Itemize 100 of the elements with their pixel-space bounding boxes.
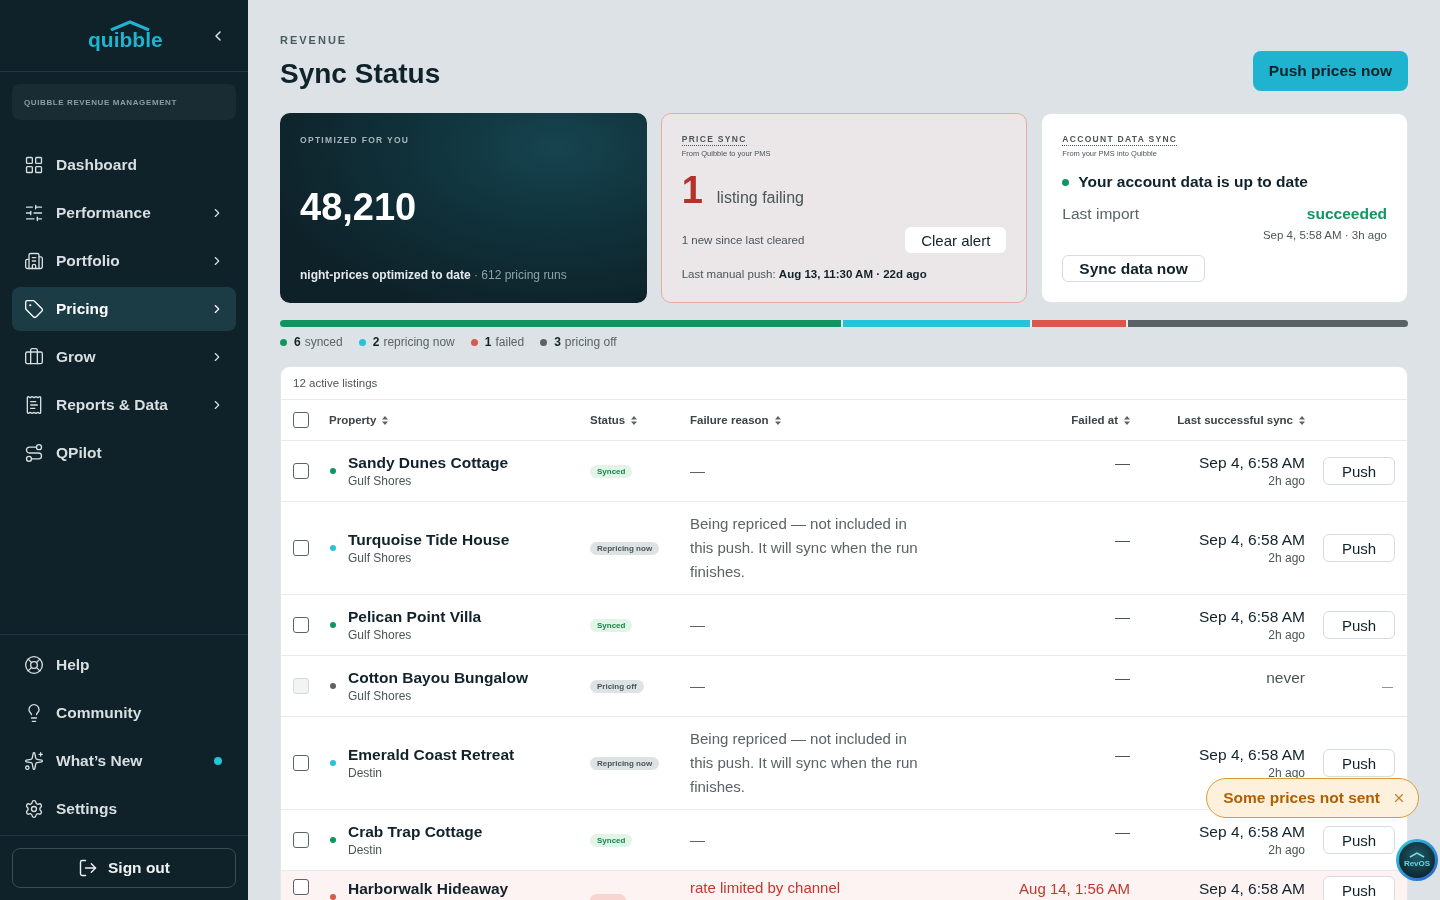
sign-out-button[interactable]: Sign out xyxy=(12,848,236,888)
nav-item[interactable]: Help xyxy=(12,643,236,687)
sliders-icon xyxy=(24,203,44,223)
checkbox[interactable] xyxy=(293,755,309,771)
nav-item[interactable]: What’s New xyxy=(12,739,236,783)
brand-name: quibble xyxy=(88,27,163,52)
property-location: Destin xyxy=(348,765,383,781)
stat-value: 48,210 xyxy=(300,184,418,229)
nav-item[interactable]: QPilot xyxy=(12,431,236,475)
property-location: Gulf Shores xyxy=(348,550,413,566)
push-prices-button[interactable]: Push prices now xyxy=(1252,51,1408,91)
push-button[interactable]: Push xyxy=(1323,749,1395,777)
legend-label: 2 repricing now xyxy=(372,335,455,349)
last-push-text: Last manual push: Aug 13, 11:30 AM · 22d ago xyxy=(681,267,928,282)
sync-data-button[interactable]: Sync data now xyxy=(1062,255,1205,282)
last-sync-time: Sep 4, 6:58 AM xyxy=(1199,822,1305,842)
checkbox[interactable] xyxy=(293,617,309,633)
card-label: ACCOUNT DATA SYNC xyxy=(1062,134,1178,146)
status-badge: Synced xyxy=(590,833,633,847)
column-header[interactable]: Property xyxy=(329,414,389,426)
push-button[interactable]: Push xyxy=(1323,826,1395,854)
failing-text: listing failing xyxy=(716,189,804,207)
last-sync-time: Sep 4, 6:58 AM xyxy=(1199,745,1305,765)
status-badge: Synced xyxy=(590,618,633,632)
property-name: Turquoise Tide House xyxy=(348,530,510,550)
failed-at: — xyxy=(1115,453,1130,473)
failed-at: — xyxy=(1115,607,1130,627)
last-sync-ago: 2h ago xyxy=(1268,842,1305,858)
nav-item[interactable]: Grow xyxy=(12,335,236,379)
column-header[interactable]: Status xyxy=(590,414,638,426)
last-sync-time: Sep 4, 6:58 AM xyxy=(1199,879,1305,899)
column-header[interactable]: Last successful sync xyxy=(1177,414,1305,426)
nav-item[interactable]: Community xyxy=(12,691,236,735)
push-button[interactable]: Push xyxy=(1323,457,1395,485)
failed-at: — xyxy=(1115,822,1130,842)
failure-reason: rate limited by channel xyxy=(690,879,842,897)
sort-icon xyxy=(1124,415,1130,425)
legend-label: 3 pricing off xyxy=(554,335,617,349)
status-badge: Synced xyxy=(590,464,633,478)
clear-alert-button[interactable]: Clear alert xyxy=(905,227,1007,253)
status-dot-icon xyxy=(330,683,336,689)
failed-at: — xyxy=(1115,530,1130,550)
checkbox[interactable] xyxy=(293,540,309,556)
status-badge: Repricing now xyxy=(590,541,660,555)
failure-reason: Being repriced — not included in this push. It will sync when the run finishes. xyxy=(690,729,919,797)
route-icon xyxy=(24,443,44,463)
failure-reason: — xyxy=(690,830,706,850)
import-result: succeeded xyxy=(1306,204,1387,224)
sort-icon xyxy=(631,415,638,425)
nav-item[interactable]: Performance xyxy=(12,191,236,235)
select-all-checkbox[interactable] xyxy=(293,412,309,428)
nav-item[interactable]: Portfolio xyxy=(12,239,236,283)
import-time: Sep 4, 5:58 AM · 3h ago xyxy=(1262,228,1387,242)
nav-item[interactable]: Dashboard xyxy=(12,143,236,187)
new-since-text: 1 new since last cleared xyxy=(681,233,805,248)
push-button[interactable]: Push xyxy=(1323,876,1395,900)
nav-item[interactable]: Settings xyxy=(12,787,236,831)
last-sync-ago: 2h ago xyxy=(1268,627,1305,643)
status-dot-icon xyxy=(330,837,336,843)
push-button[interactable]: Push xyxy=(1323,534,1395,562)
settings-icon xyxy=(24,799,44,819)
failure-reason: — xyxy=(690,615,706,635)
stat-caption: night-prices optimized to date · 612 pricing runs xyxy=(300,267,568,283)
grid-icon xyxy=(24,155,44,175)
failure-reason: — xyxy=(690,676,706,696)
logout-icon xyxy=(78,858,98,878)
property-name: Crab Trap Cottage xyxy=(348,822,483,842)
push-button[interactable]: Push xyxy=(1323,611,1395,639)
close-button[interactable] xyxy=(1392,791,1406,805)
failure-reason: — xyxy=(690,461,706,481)
column-header[interactable]: Failed at xyxy=(1071,414,1130,426)
failure-reason: Being repriced — not included in this push. It will sync when the run finishes. xyxy=(690,514,919,582)
status-dot-icon xyxy=(330,468,336,474)
toast-message: Some prices not sent xyxy=(1223,789,1380,807)
sort-icon xyxy=(382,415,389,425)
tag-icon xyxy=(24,299,44,319)
last-sync-time: Sep 4, 6:58 AM xyxy=(1199,530,1305,550)
checkbox[interactable] xyxy=(293,463,309,479)
status-badge: Repricing now xyxy=(590,756,660,770)
nav-item[interactable]: Pricing xyxy=(12,287,236,331)
last-sync-time: Sep 4, 6:58 AM xyxy=(1199,607,1305,627)
checkbox[interactable] xyxy=(293,879,309,895)
page-title: Sync Status xyxy=(280,57,441,91)
receipt-icon xyxy=(24,395,44,415)
property-location: Destin xyxy=(348,842,383,858)
last-sync-ago: 2h ago xyxy=(1268,473,1305,489)
close-icon xyxy=(1392,791,1406,805)
status-dot-icon xyxy=(330,622,336,628)
column-header[interactable]: Failure reason xyxy=(690,414,781,426)
property-name: Harborwalk Hideaway xyxy=(348,879,509,899)
import-label: Last import xyxy=(1062,204,1139,224)
lifebuoy-icon xyxy=(24,655,44,675)
checkbox[interactable] xyxy=(293,832,309,848)
building-icon xyxy=(24,251,44,271)
failed-at: — xyxy=(1115,668,1130,688)
sync-status-text: Your account data is up to date xyxy=(1078,172,1308,192)
nav-item[interactable]: Reports & Data xyxy=(12,383,236,427)
property-name: Pelican Point Villa xyxy=(348,607,482,627)
briefcase-icon xyxy=(24,347,44,367)
status-dot-icon xyxy=(330,894,336,900)
